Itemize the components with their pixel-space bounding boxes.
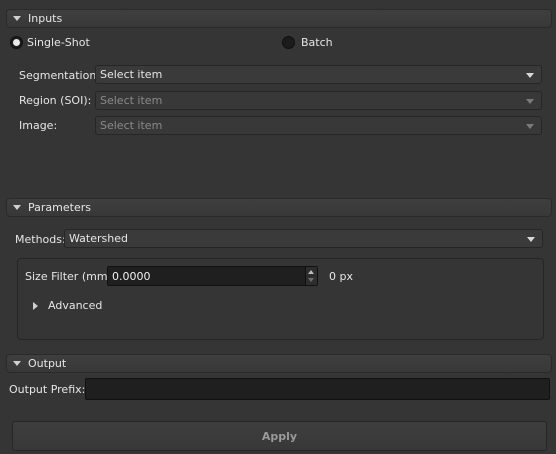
methods-value: Watershed [69,232,128,245]
spin-down-icon[interactable] [308,278,314,282]
image-combo[interactable]: Select item [95,116,542,135]
advanced-toggle[interactable]: Advanced [33,299,102,312]
image-value: Select item [100,119,163,132]
spin-up-icon[interactable] [308,270,314,274]
size-filter-spinbox[interactable]: 0.0000 [107,266,318,286]
segmentation-combo[interactable]: Select item [95,65,542,84]
collapse-arrow-icon [13,16,21,21]
chevron-down-icon [526,124,534,129]
methods-combo[interactable]: Watershed [64,229,543,248]
radio-unchecked-icon [282,36,295,49]
collapse-arrow-icon [13,205,21,210]
radio-checked-icon [10,36,23,49]
chevron-down-icon [526,73,534,78]
collapse-arrow-icon [13,361,21,366]
batch-label: Batch [301,36,333,49]
chevron-down-icon [526,99,534,104]
single-shot-radio[interactable]: Single-Shot [10,36,90,49]
size-filter-px-text: 0 px [329,270,353,283]
spin-arrows-icon[interactable] [305,267,317,285]
apply-button[interactable]: Apply [12,421,547,451]
batch-radio[interactable]: Batch [282,36,333,49]
size-filter-label: Size Filter (mm): [25,270,116,283]
segmentation-label: Segmentation: [19,69,101,82]
advanced-label: Advanced [48,299,103,312]
parameters-section-header[interactable]: Parameters [6,198,552,217]
inputs-header-label: Inputs [28,12,63,25]
expand-arrow-icon [33,301,38,310]
inputs-section-header[interactable]: Inputs [6,9,552,28]
output-prefix-input[interactable] [85,378,550,400]
output-section-header[interactable]: Output [6,354,552,373]
region-value: Select item [100,94,163,107]
methods-label: Methods: [15,233,66,246]
chevron-down-icon [527,237,535,242]
output-header-label: Output [28,357,67,370]
region-combo[interactable]: Select item [95,91,542,110]
size-filter-value: 0.0000 [112,269,151,283]
segmentation-value: Select item [100,68,163,81]
single-shot-label: Single-Shot [27,36,90,49]
parameters-header-label: Parameters [28,201,91,214]
image-label: Image: [19,119,58,132]
region-label: Region (SOI): [19,94,92,107]
output-prefix-label: Output Prefix: [9,383,86,396]
apply-label: Apply [261,429,298,443]
